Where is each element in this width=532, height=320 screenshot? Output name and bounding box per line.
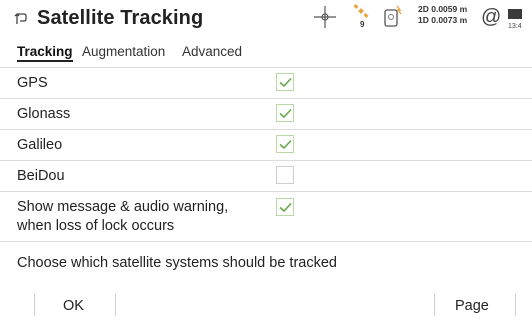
gps-checkbox[interactable] <box>276 73 294 91</box>
precision-readout: 2D 0.0059 m 1D 0.0073 m <box>418 4 467 26</box>
position-target-icon[interactable] <box>313 5 337 29</box>
footer-separator <box>34 294 35 316</box>
footer-bar: OK Page <box>0 290 532 320</box>
battery-body <box>508 9 522 19</box>
check-icon <box>279 202 292 213</box>
glonass-checkbox[interactable] <box>276 104 294 122</box>
galileo-checkbox[interactable] <box>276 135 294 153</box>
page-title: Satellite Tracking <box>37 7 204 29</box>
glonass-label: Glonass <box>17 106 71 122</box>
footer-separator <box>515 294 516 316</box>
check-icon <box>279 108 292 119</box>
page-button[interactable]: Page <box>455 298 489 314</box>
tab-augmentation[interactable]: Augmentation <box>82 44 165 59</box>
list-item-lock-warning: Show message & audio warning, when loss … <box>0 191 532 239</box>
lock-warning-checkbox[interactable] <box>276 198 294 216</box>
check-icon <box>279 77 292 88</box>
gps-label: GPS <box>17 75 48 91</box>
satellite-count: 9 <box>360 20 365 29</box>
battery-icon: 13:4 <box>508 5 532 30</box>
title-bar: Satellite Tracking 9 2D 0.0059 m 1D 0.00… <box>0 0 532 38</box>
lock-warning-label: Show message & audio warning, when loss … <box>17 198 228 236</box>
tab-tracking[interactable]: Tracking <box>17 44 73 62</box>
footer-separator <box>115 294 116 316</box>
lock-warning-line2: when loss of lock occurs <box>17 218 175 234</box>
precision-1d: 1D 0.0073 m <box>418 15 468 25</box>
divider <box>0 241 532 242</box>
ok-button[interactable]: OK <box>63 298 84 314</box>
beidou-checkbox[interactable] <box>276 166 294 184</box>
check-icon <box>279 139 292 150</box>
list-item-glonass: Glonass <box>0 98 532 129</box>
tab-bar: Tracking Augmentation Advanced <box>0 40 532 62</box>
back-arrow-icon[interactable] <box>14 11 28 27</box>
footer-separator <box>434 294 435 316</box>
receiver-icon[interactable] <box>383 4 403 28</box>
tab-advanced[interactable]: Advanced <box>182 44 242 59</box>
helper-text: Choose which satellite systems should be… <box>17 255 337 271</box>
clock-text: 13:4 <box>508 23 522 30</box>
list-item-gps: GPS <box>0 67 532 98</box>
precision-2d: 2D 0.0059 m <box>418 4 468 14</box>
galileo-label: Galileo <box>17 137 63 153</box>
list-item-galileo: Galileo <box>0 129 532 160</box>
list-item-beidou: BeiDou <box>0 160 532 191</box>
beidou-label: BeiDou <box>17 168 65 184</box>
at-icon[interactable]: @ <box>481 6 501 29</box>
lock-warning-line1: Show message & audio warning, <box>17 199 229 215</box>
